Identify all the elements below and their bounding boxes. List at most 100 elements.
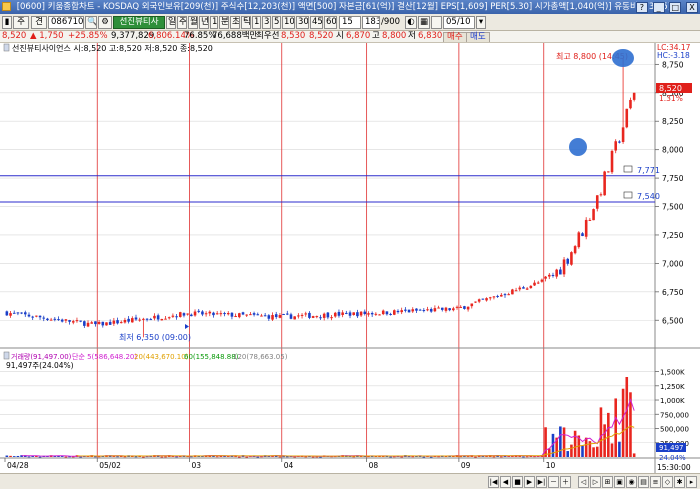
next-icon[interactable]: ▶ bbox=[524, 476, 535, 488]
candle-body bbox=[71, 321, 75, 323]
candle-body bbox=[522, 287, 525, 289]
candle-body bbox=[345, 312, 348, 314]
candle-body bbox=[178, 312, 182, 318]
date-dropdown-icon[interactable]: ▾ bbox=[476, 16, 486, 29]
zoom-in-icon[interactable]: ＋ bbox=[560, 476, 571, 488]
sell-button[interactable]: 매도 bbox=[466, 32, 490, 42]
minimize-button[interactable]: _ bbox=[652, 2, 665, 13]
interval-input[interactable]: 15 bbox=[339, 16, 361, 29]
candle-body bbox=[470, 303, 474, 307]
candle-body bbox=[418, 309, 422, 311]
maximize-button[interactable]: □ bbox=[669, 2, 682, 13]
volume-bar bbox=[544, 427, 547, 457]
settings-icon[interactable]: ⚙ bbox=[98, 16, 112, 29]
candle-body bbox=[68, 320, 71, 322]
print-icon[interactable]: ▤ bbox=[638, 476, 649, 488]
stock-code-input[interactable]: 086710 bbox=[48, 16, 84, 29]
navigation-bar: |◀ ◀ ■ ▶ ▶| － ＋ ◁ ▷ ⊞ ▣ ◉ ▤ ≡ ◇ ✱ ▸ bbox=[0, 473, 700, 489]
search-icon[interactable]: 🔍 bbox=[85, 16, 97, 29]
interval-60[interactable]: 60 bbox=[324, 16, 337, 29]
period-year[interactable]: 년 bbox=[199, 16, 209, 29]
period-tick[interactable]: 틱 bbox=[241, 16, 251, 29]
volume-tick-label: 750,000 bbox=[660, 411, 689, 419]
stop-icon[interactable]: ■ bbox=[512, 476, 523, 488]
interval-1[interactable]: 1 bbox=[252, 16, 261, 29]
chart-area[interactable]: 8,7508,5008,2508,0007,7507,5007,2507,000… bbox=[0, 43, 700, 473]
period-day[interactable]: 일 bbox=[166, 16, 176, 29]
calendar-icon[interactable]: ▦ bbox=[418, 16, 430, 29]
candle-body bbox=[393, 310, 396, 315]
candle-body bbox=[90, 322, 94, 324]
change-percent: +25.85% bbox=[68, 31, 108, 41]
scroll-right-icon[interactable]: ▷ bbox=[590, 476, 601, 488]
candle-body bbox=[378, 314, 381, 316]
interval-5[interactable]: 5 bbox=[272, 16, 281, 29]
volume-bar bbox=[625, 377, 629, 457]
period-n[interactable]: 1 bbox=[210, 16, 218, 29]
candle-body bbox=[267, 315, 271, 319]
gear-icon[interactable]: ✱ bbox=[674, 476, 685, 488]
interval-3[interactable]: 3 bbox=[262, 16, 271, 29]
candle-body bbox=[83, 321, 86, 326]
candle-body bbox=[536, 282, 540, 284]
candle-body bbox=[49, 319, 53, 321]
interval-45[interactable]: 45 bbox=[310, 16, 323, 29]
candle-body bbox=[481, 298, 485, 300]
candle-body bbox=[60, 319, 64, 322]
candle-body bbox=[112, 320, 116, 324]
volume-bar bbox=[584, 437, 588, 457]
list-icon[interactable]: ≡ bbox=[650, 476, 661, 488]
period-month[interactable]: 월 bbox=[188, 16, 198, 29]
interval-10[interactable]: 10 bbox=[282, 16, 295, 29]
candle-body bbox=[94, 321, 97, 325]
volume-bar bbox=[164, 456, 167, 458]
candle-body bbox=[570, 252, 573, 265]
camera-icon[interactable]: ◉ bbox=[626, 476, 637, 488]
buy-button[interactable]: 매수 bbox=[443, 32, 467, 42]
volume-bar bbox=[603, 424, 606, 457]
type-select[interactable]: 견 bbox=[31, 16, 47, 29]
period-second[interactable]: 초 bbox=[230, 16, 240, 29]
interval-30[interactable]: 30 bbox=[296, 16, 309, 29]
volume-bar bbox=[5, 455, 9, 457]
high-label: 고 bbox=[372, 31, 380, 41]
zoom-out-icon[interactable]: － bbox=[548, 476, 559, 488]
candle-body bbox=[474, 301, 477, 303]
volume-bar bbox=[618, 441, 621, 457]
price-tick-label: 6,750 bbox=[662, 288, 684, 297]
volume-bar bbox=[632, 453, 636, 457]
close-button[interactable]: X bbox=[686, 2, 698, 13]
menu-icon[interactable]: ▸ bbox=[686, 476, 697, 488]
candle-body bbox=[156, 315, 160, 320]
price-tick-label: 7,250 bbox=[662, 231, 684, 240]
date-input[interactable]: 05/10 bbox=[443, 16, 475, 29]
candle-body bbox=[164, 318, 167, 320]
candle-body bbox=[540, 279, 544, 282]
candle-body bbox=[518, 287, 522, 290]
volume-bar bbox=[215, 456, 219, 458]
chart-icon[interactable]: ▮ bbox=[2, 16, 12, 29]
stock-name-field[interactable]: 선진뷰티사 bbox=[113, 16, 165, 29]
help-button[interactable]: ? bbox=[635, 2, 648, 13]
history-icon[interactable]: ◐ bbox=[405, 16, 417, 29]
last-icon[interactable]: ▶| bbox=[536, 476, 547, 488]
period-minute[interactable]: 분 bbox=[219, 16, 229, 29]
lock-icon[interactable]: ◇ bbox=[662, 476, 673, 488]
marker-circle[interactable] bbox=[612, 49, 634, 67]
candle-body bbox=[308, 312, 311, 318]
candle-body bbox=[422, 310, 426, 312]
scroll-left-icon[interactable]: ◁ bbox=[578, 476, 589, 488]
marker-circle[interactable] bbox=[569, 138, 587, 156]
first-icon[interactable]: |◀ bbox=[488, 476, 499, 488]
period-week[interactable]: 주 bbox=[177, 16, 187, 29]
prev-icon[interactable]: ◀ bbox=[500, 476, 511, 488]
candle-body bbox=[64, 319, 68, 321]
fit-icon[interactable]: ⊞ bbox=[602, 476, 613, 488]
candle-body bbox=[370, 312, 374, 315]
option-checkbox[interactable] bbox=[431, 16, 442, 29]
expand-icon[interactable]: ▣ bbox=[614, 476, 625, 488]
count-input[interactable]: 183 bbox=[362, 16, 380, 29]
hc-label: HC:-3.18 bbox=[657, 51, 690, 60]
market-select[interactable]: 주 bbox=[13, 16, 29, 29]
candle-body bbox=[551, 274, 555, 276]
